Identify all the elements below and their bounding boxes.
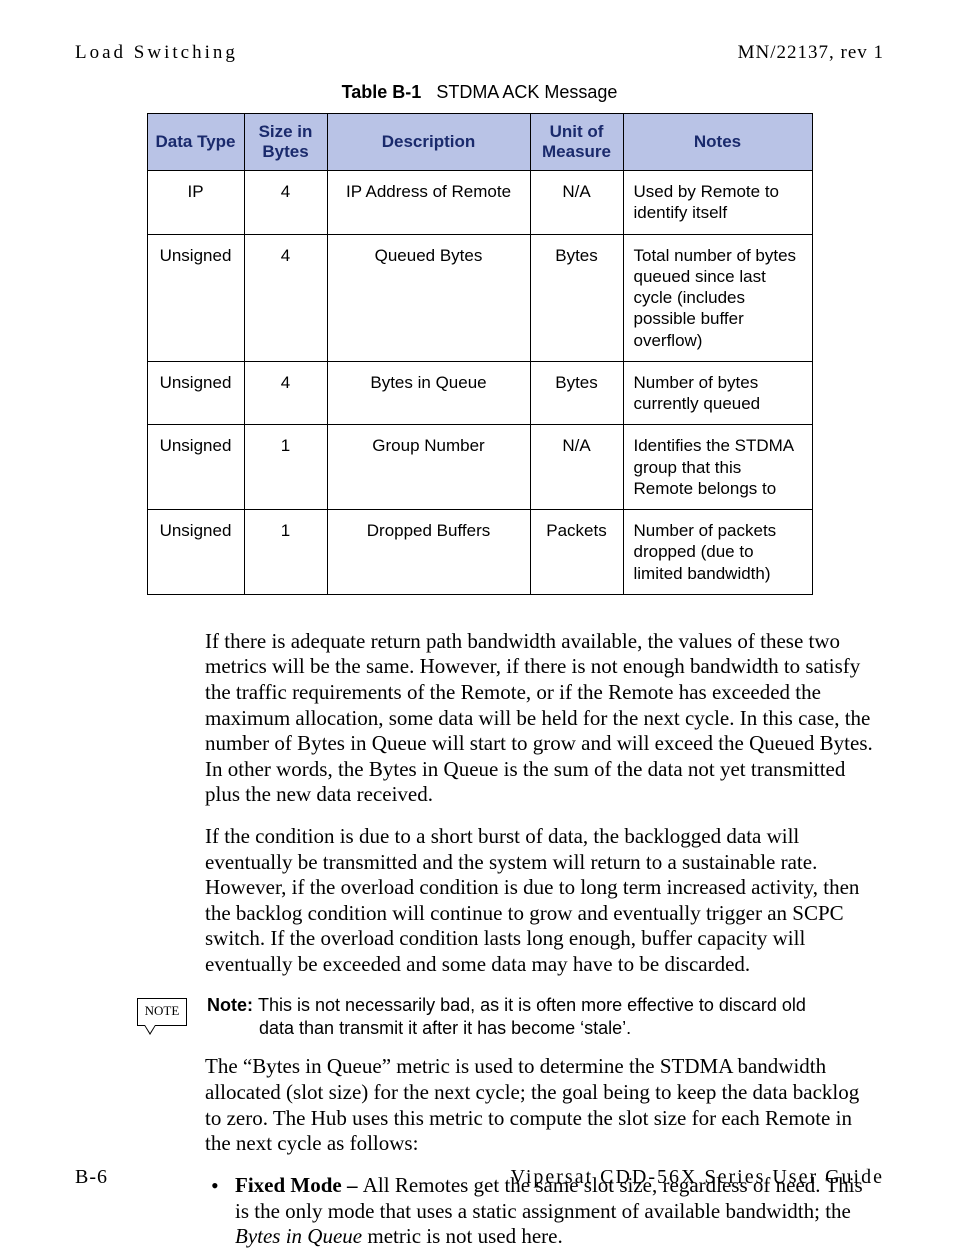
cell-unit: Bytes [530,234,623,361]
cell-description: IP Address of Remote [327,171,530,235]
th-description: Description [327,114,530,171]
cell-description: Bytes in Queue [327,361,530,425]
cell-data-type: Unsigned [147,361,244,425]
cell-data-type: Unsigned [147,425,244,510]
cell-data-type: IP [147,171,244,235]
th-size: Size in Bytes [244,114,327,171]
cell-size: 1 [244,510,327,595]
bullet-italic: Bytes in Queue [235,1224,362,1248]
footer-page-number: B-6 [75,1166,108,1189]
table-caption-label: Table B-1 [342,82,422,102]
note-lead: Note: [207,995,253,1015]
table-row: Unsigned 4 Bytes in Queue Bytes Number o… [147,361,812,425]
page: Load Switching MN/22137, rev 1 Table B-1… [0,0,954,1227]
body-content: If there is adequate return path bandwid… [205,629,876,1250]
note-flag-icon: NOTE [137,998,187,1026]
cell-notes: Used by Remote to identify itself [623,171,812,235]
page-footer: B-6 Vipersat CDD-56X Series User Guide [75,1166,884,1189]
th-unit: Unit of Measure [530,114,623,171]
header-left: Load Switching [75,42,238,64]
paragraph: If there is adequate return path bandwid… [205,629,876,808]
table-row: Unsigned 1 Dropped Buffers Packets Numbe… [147,510,812,595]
table-row: IP 4 IP Address of Remote N/A Used by Re… [147,171,812,235]
cell-notes: Number of bytes currently queued [623,361,812,425]
cell-unit: N/A [530,425,623,510]
cell-description: Group Number [327,425,530,510]
table-row: Unsigned 4 Queued Bytes Bytes Total numb… [147,234,812,361]
cell-description: Dropped Buffers [327,510,530,595]
cell-unit: N/A [530,171,623,235]
cell-size: 4 [244,171,327,235]
th-data-type: Data Type [147,114,244,171]
note-line1: This is not necessarily bad, as it is of… [258,995,806,1015]
note-line2: data than transmit it after it has becom… [207,1017,876,1040]
note-block: NOTE Note: This is not necessarily bad, … [137,994,876,1041]
footer-guide-title: Vipersat CDD-56X Series User Guide [511,1166,884,1189]
paragraph: The “Bytes in Queue” metric is used to d… [205,1054,876,1156]
cell-unit: Packets [530,510,623,595]
paragraph: If the condition is due to a short burst… [205,824,876,978]
page-header: Load Switching MN/22137, rev 1 [75,42,884,64]
cell-size: 1 [244,425,327,510]
stdma-ack-table: Data Type Size in Bytes Description Unit… [147,113,813,595]
cell-notes: Identifies the STDMA group that this Rem… [623,425,812,510]
bullet-text-b: metric is not used here. [362,1224,563,1248]
cell-data-type: Unsigned [147,234,244,361]
th-notes: Notes [623,114,812,171]
note-text: Note: This is not necessarily bad, as it… [207,994,876,1041]
cell-description: Queued Bytes [327,234,530,361]
cell-unit: Bytes [530,361,623,425]
cell-notes: Total number of bytes queued since last … [623,234,812,361]
cell-size: 4 [244,361,327,425]
table-caption: Table B-1 STDMA ACK Message [75,82,884,103]
table-caption-title: STDMA ACK Message [436,82,617,102]
table-row: Unsigned 1 Group Number N/A Identifies t… [147,425,812,510]
header-right: MN/22137, rev 1 [738,42,884,64]
cell-data-type: Unsigned [147,510,244,595]
cell-size: 4 [244,234,327,361]
cell-notes: Number of packets dropped (due to limite… [623,510,812,595]
table-header-row: Data Type Size in Bytes Description Unit… [147,114,812,171]
